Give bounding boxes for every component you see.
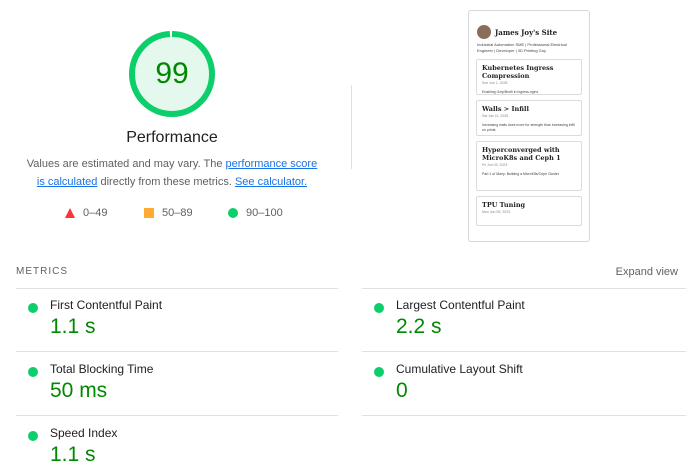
square-icon — [144, 208, 154, 218]
preview-post-date: Mon Jun 05, 2023 — [482, 210, 511, 214]
preview-post-date: Sat Jan 11, 2025 — [482, 114, 509, 118]
desc-text-2: directly from these metrics. — [97, 176, 235, 188]
pass-circle-icon — [28, 303, 38, 313]
divider — [362, 288, 686, 289]
preview-post-excerpt: Increasing walls does more for strength … — [482, 123, 575, 132]
triangle-icon — [65, 208, 75, 218]
metric-name: Largest Contentful Paint — [396, 298, 525, 312]
preview-post-card: Hyperconverged with MicroK8s and Ceph 1 … — [476, 141, 582, 191]
preview-post-card: TPU Tuning Mon Jun 05, 2023 — [476, 196, 582, 226]
preview-post-title: Walls > Infill — [482, 105, 529, 113]
expand-view-toggle[interactable]: Expand view — [616, 266, 678, 278]
preview-post-excerpt: Part 1 of Many: Building a MicroK8s/Ceph… — [482, 172, 560, 176]
preview-post-excerpt: Enabling Gzip/Brotli in ingress-nginx — [482, 90, 539, 94]
metric-value: 2.2 s — [396, 315, 442, 338]
pass-circle-icon — [374, 303, 384, 313]
preview-site-tagline: Industrial Automation SME | Professional… — [477, 42, 567, 53]
divider — [362, 351, 686, 352]
metric-name: Cumulative Layout Shift — [396, 362, 523, 376]
performance-description: Values are estimated and may vary. The p… — [24, 155, 320, 191]
preview-site-header: James Joy's Site — [469, 11, 589, 39]
preview-post-title: TPU Tuning — [482, 201, 526, 209]
preview-site-title: James Joy's Site — [495, 27, 558, 37]
legend-range-fail: 0–49 — [83, 207, 108, 219]
preview-post-date: Fri Jun 09, 2023 — [482, 163, 508, 167]
preview-post-card: Kubernetes Ingress Compression Sun Jun 1… — [476, 59, 582, 95]
pass-circle-icon — [28, 367, 38, 377]
preview-post-title: Hyperconverged with MicroK8s and Ceph 1 — [482, 146, 561, 162]
preview-post-date: Sun Jun 1, 2025 — [482, 81, 508, 85]
see-calculator-link[interactable]: See calculator. — [235, 176, 307, 188]
page-screenshot-preview[interactable]: James Joy's Site Industrial Automation S… — [468, 10, 590, 242]
score-legend: 0–49 50–89 90–100 — [0, 207, 344, 223]
avatar — [477, 25, 491, 39]
metric-value: 1.1 s — [50, 315, 96, 338]
legend-item-fail: 0–49 — [65, 207, 107, 219]
legend-item-average: 50–89 — [144, 207, 193, 219]
divider — [16, 288, 338, 289]
divider — [362, 415, 686, 416]
performance-score-gauge[interactable]: 99 — [128, 30, 216, 118]
metric-name: Total Blocking Time — [50, 362, 154, 376]
performance-title: Performance — [126, 129, 218, 146]
divider — [16, 351, 338, 352]
metric-name: Speed Index — [50, 426, 118, 440]
metrics-section-label: METRICS — [16, 266, 68, 277]
metric-value: 50 ms — [50, 379, 108, 402]
pass-circle-icon — [374, 367, 384, 377]
metric-name: First Contentful Paint — [50, 298, 163, 312]
preview-post-card: Walls > Infill Sat Jan 11, 2025 Increasi… — [476, 100, 582, 136]
legend-range-average: 50–89 — [162, 207, 193, 219]
metric-value: 0 — [396, 379, 408, 402]
vertical-divider — [351, 85, 352, 169]
desc-text-1: Values are estimated and may vary. The — [26, 158, 226, 170]
legend-item-pass: 90–100 — [228, 207, 283, 219]
divider — [16, 415, 338, 416]
metric-value: 1.1 s — [50, 443, 96, 466]
circle-icon — [228, 208, 238, 218]
preview-post-title: Kubernetes Ingress Compression — [482, 64, 554, 80]
pass-circle-icon — [28, 431, 38, 441]
performance-score: 99 — [155, 57, 189, 90]
legend-range-pass: 90–100 — [246, 207, 283, 219]
